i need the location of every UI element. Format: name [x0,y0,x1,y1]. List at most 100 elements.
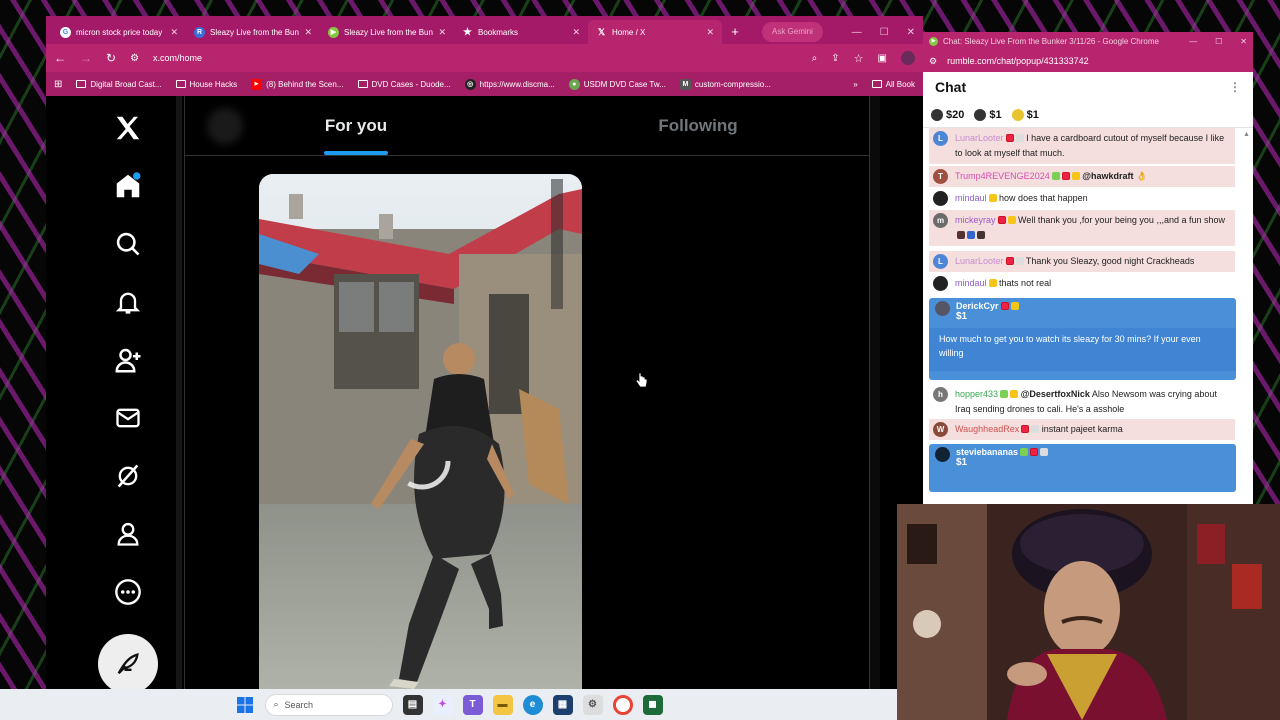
copilot-icon[interactable]: ✦ [432,694,453,715]
more-icon[interactable] [108,572,148,612]
username[interactable]: mickeyray [955,215,996,225]
compose-post-button[interactable] [98,634,158,690]
reload-icon[interactable]: ↻ [106,51,116,65]
tab-bookmarks[interactable]: ★ Bookmarks ✕ [454,20,588,44]
username[interactable]: mindaul [955,193,987,203]
bookmark-discma[interactable]: ◎ https://www.discma... [464,78,555,90]
mention[interactable]: @hawkdraft [1082,171,1133,181]
x-logo-icon[interactable] [108,108,148,148]
username[interactable]: DerickCyr [956,301,999,311]
google-icon: G [60,26,71,38]
new-tab-button[interactable]: + [722,20,748,44]
maximize-icon[interactable]: ☐ [880,27,889,38]
mention[interactable]: @DesertfoxNick [1021,389,1090,399]
username[interactable]: hopper433 [955,389,998,399]
tab-home-x[interactable]: 𝕏 Home / X ✕ [588,20,722,44]
teams-icon[interactable]: T [462,694,483,715]
x-app: For you Following [46,96,923,690]
username[interactable]: LunarLooter [955,133,1004,143]
maximize-icon[interactable]: ☐ [1215,37,1222,46]
chat-scrollbar[interactable]: ▲ [1243,128,1251,492]
close-window-icon[interactable]: ✕ [907,27,915,38]
r-icon: R [194,26,205,38]
settings-icon[interactable]: ⚙ [582,694,603,715]
close-window-icon[interactable]: ✕ [1240,37,1247,46]
username[interactable]: Trump4REVENGE2024 [955,171,1050,181]
close-icon[interactable]: ✕ [170,27,178,38]
sidebar-scrollbar[interactable] [176,96,182,690]
minimize-icon[interactable]: — [1189,37,1197,46]
rant-chip[interactable]: $1 [974,108,1002,121]
taskbar-search[interactable]: ⌕ Search [264,693,393,716]
minimize-icon[interactable]: — [852,27,862,38]
message-text: Well thank you ,for your being you ,,,an… [1018,215,1225,225]
timeline-tabs: For you Following [185,96,869,156]
back-icon[interactable]: ← [54,51,66,65]
task-view-icon[interactable]: ▤ [402,694,423,715]
username[interactable]: steviebananas [956,447,1018,457]
chat-url-bar: ⚙ rumble.com/chat/popup/431333742 [923,50,1253,72]
chat-message: L LunarLooter I have a cardboard cutout … [929,128,1235,164]
rant-chip[interactable]: $1 [1011,108,1039,121]
username[interactable]: WaughheadRex [955,424,1019,434]
bookmark-usdm[interactable]: ● USDM DVD Case Tw... [568,78,666,90]
message-text: thats not real [999,278,1052,288]
bookmarks-overflow-button[interactable]: » [853,80,857,89]
profile-avatar[interactable] [901,51,915,65]
sidebar-icon[interactable]: ▣ [878,53,887,64]
store-icon[interactable]: ▦ [552,694,573,715]
tab-for-you[interactable]: For you [185,96,527,155]
windows-start-icon[interactable] [235,695,255,715]
close-icon[interactable]: ✕ [572,27,580,38]
scroll-up-icon[interactable]: ▲ [1243,131,1250,138]
bookmark-custom-compression[interactable]: Mcustom-compressio... [679,78,771,90]
close-icon[interactable]: ✕ [706,27,714,38]
site-settings-icon[interactable]: ⚙ [929,56,937,67]
bookmark-behind-the-scenes[interactable]: ▶ (8) Behind the Scen... [251,78,344,90]
bookmarks-bar: ⊞ Digital Broad Cast... House Hacks ▶ (8)… [46,72,923,96]
chat-url[interactable]: rumble.com/chat/popup/431333742 [947,56,1089,66]
kebab-menu-icon[interactable]: ⋮ [1229,80,1241,94]
follow-icon[interactable] [108,340,148,380]
ask-gemini-button[interactable]: Ask Gemini [762,22,823,42]
tab-sleazy-2[interactable]: ▶ Sleazy Live from the Bun ✕ [320,20,454,44]
edge-icon[interactable]: e [522,694,543,715]
zoom-icon[interactable]: ⌕ [812,53,818,64]
profile-icon[interactable] [108,514,148,554]
bookmark-star-icon[interactable]: ☆ [854,52,864,65]
close-icon[interactable]: ✕ [304,27,312,38]
app-icon[interactable]: ◼ [642,694,663,715]
tab-following[interactable]: Following [527,96,869,155]
share-icon[interactable]: ⇪ [831,53,839,64]
tab-micron[interactable]: G micron stock price today ✕ [52,20,186,44]
video-player[interactable] [259,174,582,690]
grok-icon[interactable] [108,456,148,496]
apps-icon[interactable]: ⊞ [54,79,62,90]
avatar [935,447,950,462]
site-settings-icon[interactable]: ⚙ [130,53,139,64]
close-icon[interactable]: ✕ [438,27,446,38]
bookmark-dvd-cases[interactable]: DVD Cases - Duode... [357,80,451,89]
bookmark-house-hacks[interactable]: House Hacks [175,80,237,89]
x-icon: 𝕏 [597,26,606,37]
avatar: L [933,131,948,146]
home-icon[interactable] [108,166,148,206]
file-explorer-icon[interactable]: ▬ [492,694,513,715]
all-bookmarks-button[interactable]: All Book [871,80,915,89]
taskbar-search-placeholder: Search [284,699,314,710]
tab-sleazy-1[interactable]: R Sleazy Live from the Bunk ✕ [186,20,320,44]
messages-icon[interactable] [108,398,148,438]
rant-chip[interactable]: $20 [931,108,964,121]
notifications-icon[interactable] [108,282,148,322]
bookmark-digital-broadcast[interactable]: Digital Broad Cast... [76,80,162,89]
username[interactable]: mindaul [955,278,987,288]
search-icon[interactable] [108,224,148,264]
chat-popup-window: ▶ Chat: Sleazy Live From the Bunker 3/11… [923,32,1253,506]
message-text: 👌 [1136,171,1148,181]
username[interactable]: LunarLooter [955,256,1004,266]
chrome-icon[interactable] [612,694,633,715]
forward-icon[interactable]: → [80,51,92,65]
page-scrollbar[interactable] [870,96,880,690]
hand-cursor-icon [635,372,648,393]
address-bar[interactable]: x.com/home [153,53,202,63]
